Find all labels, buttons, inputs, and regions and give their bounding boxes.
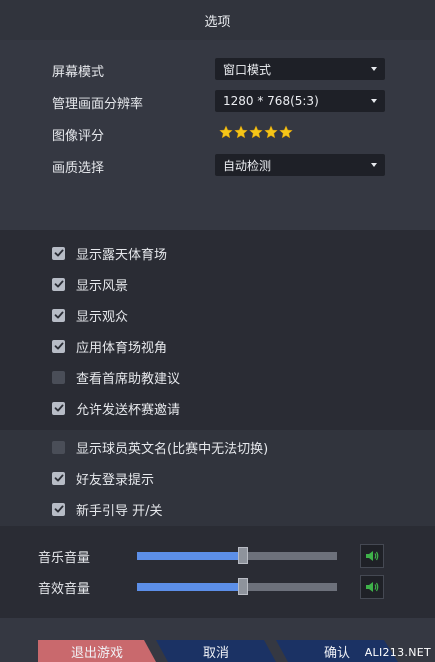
music-mute-button[interactable] xyxy=(360,544,384,568)
effects-volume-fill xyxy=(137,583,243,591)
effects-volume-row: 音效音量 xyxy=(0,575,435,599)
image-rating-label: 图像评分 xyxy=(52,129,105,144)
checkmark-icon xyxy=(54,342,63,350)
checkbox-checked[interactable] xyxy=(52,339,65,353)
effects-volume-slider[interactable] xyxy=(137,578,337,595)
confirm-label: 确认 xyxy=(323,645,350,661)
checkmark-icon xyxy=(54,280,63,288)
checkbox-row[interactable]: 允许发送杯赛邀请 xyxy=(52,398,180,418)
checkmark-icon xyxy=(54,404,63,412)
music-volume-slider[interactable] xyxy=(137,547,337,564)
checkbox-label: 应用体育场视角 xyxy=(76,340,168,356)
exit-game-button[interactable]: 退出游戏 xyxy=(38,640,156,662)
star-icon xyxy=(234,125,248,139)
cancel-button[interactable]: 取消 xyxy=(156,640,276,662)
checkbox-unchecked[interactable] xyxy=(52,370,65,384)
music-volume-row: 音乐音量 xyxy=(0,544,435,568)
screen-mode-value: 窗口模式 xyxy=(223,62,272,77)
checkbox-row[interactable]: 显示露天体育场 xyxy=(52,243,167,263)
resolution-dropdown[interactable]: 1280 * 768(5:3) xyxy=(215,90,385,112)
checkbox-label: 显示观众 xyxy=(76,309,129,325)
footer-bar: 退出游戏 取消 确认 ALI213.NET xyxy=(0,618,435,662)
star-icon xyxy=(219,125,233,139)
speaker-icon xyxy=(366,551,379,561)
checkmark-icon xyxy=(54,249,63,257)
checkbox-label: 查看首席助教建议 xyxy=(76,371,181,387)
screen-mode-dropdown[interactable]: 窗口模式 xyxy=(215,58,385,80)
music-volume-thumb[interactable] xyxy=(238,547,248,564)
resolution-value: 1280 * 768(5:3) xyxy=(223,94,319,108)
checkmark-icon xyxy=(54,311,63,319)
checkbox-row[interactable]: 显示观众 xyxy=(52,305,128,325)
cancel-label: 取消 xyxy=(202,645,229,661)
checkbox-row[interactable]: 新手引导 开/关 xyxy=(52,499,163,519)
audio-settings-panel: 音乐音量 音效音量 xyxy=(0,526,435,618)
star-icon xyxy=(264,125,278,139)
image-rating-stars xyxy=(219,125,293,139)
checkbox-label: 好友登录提示 xyxy=(76,472,155,488)
checkbox-checked[interactable] xyxy=(52,401,65,415)
screen-mode-label: 屏幕模式 xyxy=(52,65,105,80)
resolution-label: 管理画面分辨率 xyxy=(52,97,144,112)
quality-row: 画质选择 自动检测 xyxy=(0,154,435,178)
checkbox-row[interactable]: 查看首席助教建议 xyxy=(52,367,180,387)
checkbox-row[interactable]: 显示风景 xyxy=(52,274,128,294)
checkbox-label: 显示风景 xyxy=(76,278,129,294)
chevron-down-icon xyxy=(371,163,377,167)
quality-value: 自动检测 xyxy=(223,158,272,173)
exit-game-label: 退出游戏 xyxy=(70,645,123,661)
checkbox-checked[interactable] xyxy=(52,308,65,322)
chevron-down-icon xyxy=(371,99,377,103)
checkbox-label: 显示球员英文名(比赛中无法切换) xyxy=(76,441,269,457)
watermark: ALI213.NET xyxy=(364,646,431,659)
checkmark-icon xyxy=(54,505,63,513)
checkbox-label: 允许发送杯赛邀请 xyxy=(76,402,181,418)
checkbox-row[interactable]: 应用体育场视角 xyxy=(52,336,167,356)
checkbox-unchecked[interactable] xyxy=(52,440,65,454)
display-options-panel: 显示露天体育场 显示风景显示观众应用体育场视角 查看首席助教建议 允许发送杯赛邀请 xyxy=(0,230,435,430)
checkbox-checked[interactable] xyxy=(52,471,65,485)
display-settings-panel: 屏幕模式 窗口模式 管理画面分辨率 1280 * 768(5:3) 图像评分 画… xyxy=(0,40,435,230)
star-icon xyxy=(279,125,293,139)
resolution-row: 管理画面分辨率 1280 * 768(5:3) xyxy=(0,90,435,114)
checkbox-label: 新手引导 开/关 xyxy=(76,503,163,519)
effects-mute-button[interactable] xyxy=(360,575,384,599)
music-volume-label: 音乐音量 xyxy=(38,551,91,566)
checkbox-checked[interactable] xyxy=(52,502,65,516)
star-icon xyxy=(249,125,263,139)
checkbox-label: 显示露天体育场 xyxy=(76,247,168,263)
window-title-bar: 选项 xyxy=(0,0,435,40)
effects-volume-thumb[interactable] xyxy=(238,578,248,595)
screen-mode-row: 屏幕模式 窗口模式 xyxy=(0,58,435,82)
checkbox-row[interactable]: 好友登录提示 xyxy=(52,468,154,488)
general-options-panel: 显示球员英文名(比赛中无法切换) 好友登录提示 新手引导 开/关 xyxy=(0,430,435,526)
quality-label: 画质选择 xyxy=(52,161,105,176)
music-volume-fill xyxy=(137,552,243,560)
speaker-icon xyxy=(366,582,379,592)
quality-dropdown[interactable]: 自动检测 xyxy=(215,154,385,176)
checkbox-row[interactable]: 显示球员英文名(比赛中无法切换) xyxy=(52,437,268,457)
window-title: 选项 xyxy=(204,14,231,30)
checkbox-checked[interactable] xyxy=(52,246,65,260)
image-rating-row: 图像评分 xyxy=(0,122,435,146)
chevron-down-icon xyxy=(371,67,377,71)
effects-volume-label: 音效音量 xyxy=(38,582,91,597)
checkbox-checked[interactable] xyxy=(52,277,65,291)
checkmark-icon xyxy=(54,474,63,482)
